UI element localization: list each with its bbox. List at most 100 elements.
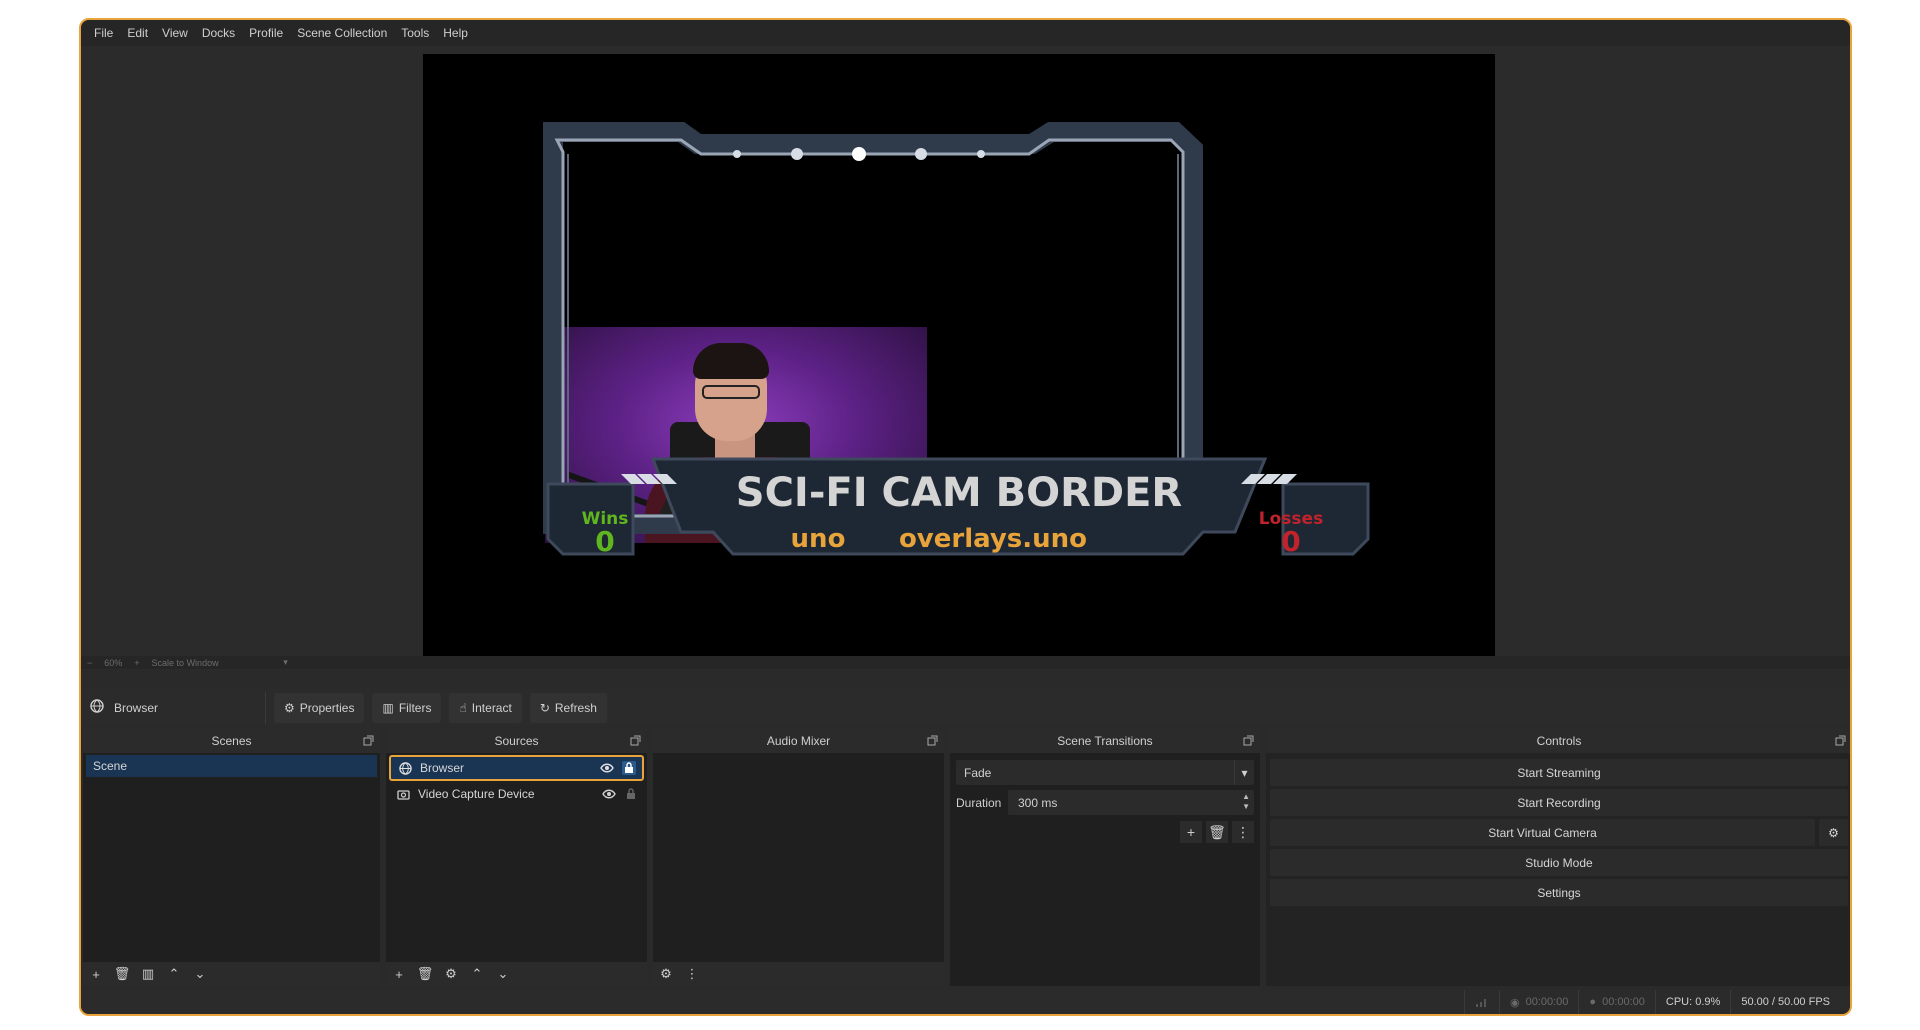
source-name: Browser	[420, 761, 465, 775]
start-virtual-camera-button[interactable]: Start Virtual Camera	[1270, 819, 1815, 846]
scene-transitions-dock-title: Scene Transitions	[1057, 734, 1153, 748]
source-item-video-capture[interactable]: Video Capture Device	[389, 783, 644, 805]
undock-icon[interactable]	[1835, 735, 1846, 746]
filters-button[interactable]: ▥ Filters	[372, 692, 442, 723]
losses-value: 0	[1281, 525, 1300, 558]
zoom-in-button[interactable]: +	[134, 658, 139, 668]
fps-readout: 50.00 / 50.00 FPS	[1730, 990, 1840, 1014]
scenes-dock-header: Scenes	[83, 729, 380, 753]
chevron-down-icon[interactable]: ▾	[279, 657, 293, 668]
start-streaming-button[interactable]: Start Streaming	[1270, 759, 1848, 786]
cam-border-overlay: SCI-FI CAM BORDER uno overlays.uno Wins …	[543, 122, 1370, 558]
start-recording-button[interactable]: Start Recording	[1270, 789, 1848, 816]
sources-dock: Sources Browser Video Capture Device + 🗑…	[386, 729, 647, 986]
chevron-up-icon[interactable]: ⌃	[470, 966, 484, 981]
settings-button[interactable]: Settings	[1270, 879, 1848, 906]
filter-icon[interactable]: ▥	[141, 966, 155, 981]
gear-icon[interactable]: ⚙	[1819, 819, 1848, 846]
properties-label: Properties	[299, 700, 355, 715]
duration-label: Duration	[956, 795, 1002, 810]
lock-icon[interactable]	[622, 761, 636, 775]
studio-mode-button[interactable]: Studio Mode	[1270, 849, 1848, 876]
controls-dock: Controls Start Streaming Start Recording…	[1266, 729, 1850, 986]
trash-icon[interactable]: 🗑	[1206, 821, 1228, 843]
duration-value: 300 ms	[1018, 795, 1058, 810]
zoom-level: 60%	[104, 657, 123, 668]
unlock-icon[interactable]	[624, 787, 638, 801]
undock-icon[interactable]	[630, 735, 641, 746]
sources-dock-header: Sources	[386, 729, 647, 753]
obs-window: File Edit View Docks Profile Scene Colle…	[79, 18, 1852, 1016]
chevron-down-icon[interactable]: ⌄	[193, 966, 207, 981]
scene-transitions-dock: Scene Transitions Fade ▾ Duration 300 ms…	[950, 729, 1260, 986]
audio-mixer-dock-header: Audio Mixer	[653, 729, 944, 753]
menu-bar: File Edit View Docks Profile Scene Colle…	[81, 20, 1850, 46]
trash-icon[interactable]: 🗑	[114, 966, 131, 981]
pointer-hand-icon: ☝	[459, 700, 467, 715]
add-transition-icon[interactable]: +	[1180, 821, 1202, 843]
filter-icon: ▥	[382, 700, 394, 715]
spin-arrows-icon[interactable]: ▲ ▼	[1242, 792, 1250, 812]
sources-dock-title: Sources	[494, 734, 539, 748]
chevron-down-icon: ▾	[1234, 760, 1254, 785]
source-name: Video Capture Device	[418, 787, 535, 801]
menu-scene-collection[interactable]: Scene Collection	[290, 20, 394, 46]
globe-icon	[90, 699, 104, 716]
add-icon[interactable]: +	[392, 967, 406, 982]
advanced-audio-icon[interactable]: ⚙	[659, 966, 673, 981]
preview-canvas[interactable]: SCI-FI CAM BORDER uno overlays.uno Wins …	[423, 54, 1495, 657]
wins-value: 0	[595, 525, 614, 558]
chevron-up-icon[interactable]: ⌃	[167, 966, 181, 981]
cpu-usage: CPU: 0.9%	[1654, 990, 1730, 1014]
menu-help[interactable]: Help	[436, 20, 475, 46]
interact-button[interactable]: ☝ Interact	[449, 692, 522, 723]
scenes-dock: Scenes Scene + 🗑 ▥ ⌃ ⌄	[83, 729, 380, 986]
trash-icon[interactable]: 🗑	[417, 966, 434, 981]
menu-profile[interactable]: Profile	[242, 20, 290, 46]
add-icon[interactable]: +	[89, 967, 103, 982]
duration-spinbox[interactable]: 300 ms ▲ ▼	[1008, 790, 1254, 815]
scene-item[interactable]: Scene	[86, 755, 377, 777]
camera-icon	[396, 787, 410, 801]
gear-icon[interactable]: ⚙	[444, 966, 458, 981]
source-item-browser[interactable]: Browser	[389, 755, 644, 781]
more-vertical-icon[interactable]: ⋮	[1232, 821, 1254, 843]
record-status: ● 00:00:00	[1578, 990, 1654, 1014]
properties-button[interactable]: ⚙ Properties	[274, 692, 365, 723]
more-vertical-icon[interactable]: ⋮	[685, 966, 699, 981]
brand-logo: uno	[791, 524, 846, 554]
menu-file[interactable]: File	[87, 20, 120, 46]
stream-status: ◉ 00:00:00	[1498, 990, 1578, 1014]
sources-dock-footer: + 🗑 ⚙ ⌃ ⌄	[386, 962, 647, 986]
preview-area[interactable]: SCI-FI CAM BORDER uno overlays.uno Wins …	[81, 46, 1850, 670]
undock-icon[interactable]	[1243, 735, 1254, 746]
chevron-down-icon[interactable]: ⌄	[496, 966, 510, 981]
scenes-dock-footer: + 🗑 ▥ ⌃ ⌄	[83, 962, 380, 986]
selected-source-indicator: Browser	[81, 691, 266, 724]
refresh-button[interactable]: ↻ Refresh	[529, 692, 607, 723]
zoom-out-button[interactable]: −	[87, 658, 92, 668]
gear-icon: ⚙	[284, 700, 295, 715]
audio-mixer-dock: Audio Mixer ⚙ ⋮	[653, 729, 944, 986]
menu-docks[interactable]: Docks	[195, 20, 242, 46]
undock-icon[interactable]	[363, 735, 374, 746]
menu-edit[interactable]: Edit	[120, 20, 155, 46]
scene-item-label: Scene	[93, 759, 128, 773]
scale-mode-select[interactable]: Scale to Window	[152, 658, 267, 668]
menu-view[interactable]: View	[155, 20, 195, 46]
transition-selected-label: Fade	[964, 765, 992, 780]
undock-icon[interactable]	[927, 735, 938, 746]
scene-transitions-dock-header: Scene Transitions	[950, 729, 1260, 753]
transition-select[interactable]: Fade ▾	[956, 760, 1254, 785]
scenes-dock-title: Scenes	[211, 734, 252, 748]
zoom-bar: − 60% + Scale to Window ▾	[81, 656, 1850, 669]
refresh-icon: ↻	[539, 700, 550, 715]
eye-icon[interactable]	[602, 787, 616, 801]
overlay-title: SCI-FI CAM BORDER	[736, 470, 1182, 516]
interact-label: Interact	[471, 700, 512, 715]
audio-mixer-dock-title: Audio Mixer	[766, 734, 831, 748]
selected-source-name: Browser	[114, 700, 159, 715]
menu-tools[interactable]: Tools	[394, 20, 436, 46]
eye-icon[interactable]	[600, 761, 614, 775]
brand-text: overlays.uno	[899, 524, 1087, 554]
